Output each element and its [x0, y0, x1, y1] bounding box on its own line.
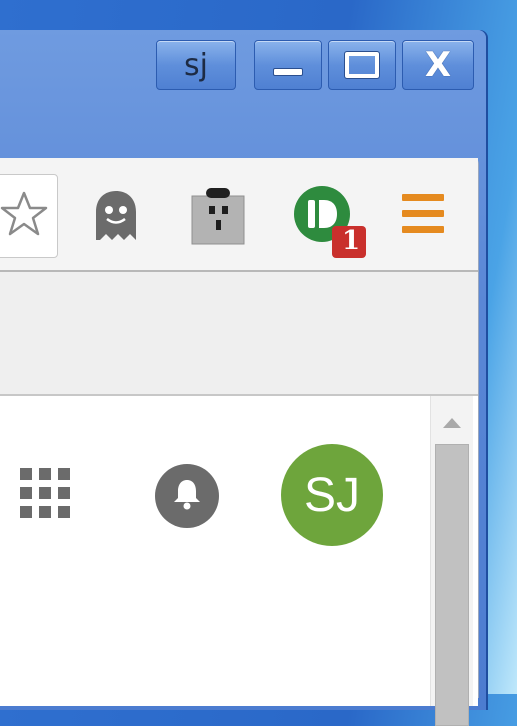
window-controls: sj X [156, 40, 474, 90]
bell-icon [172, 478, 202, 515]
close-button[interactable]: X [402, 40, 474, 90]
web-page: SJ [0, 396, 478, 726]
profile-button[interactable]: sj [156, 40, 236, 90]
minimize-icon [273, 68, 303, 76]
pushbullet-icon[interactable]: 1 [290, 184, 372, 265]
apps-grid-icon[interactable] [20, 468, 72, 525]
scroll-thumb[interactable] [435, 444, 469, 726]
omnibox[interactable] [0, 174, 58, 258]
toolbar: 1 [0, 158, 478, 272]
maximize-icon [344, 51, 380, 79]
notifications-button[interactable] [155, 464, 219, 528]
bookmarks-bar [0, 272, 478, 396]
avatar[interactable]: SJ [281, 444, 383, 546]
square-face-icon[interactable] [189, 186, 247, 251]
close-icon: X [424, 45, 452, 85]
maximize-button[interactable] [328, 40, 396, 90]
notification-badge: 1 [342, 226, 361, 256]
profile-label: sj [184, 47, 208, 83]
minimize-button[interactable] [254, 40, 322, 90]
browser-content: 1 SJ [0, 158, 479, 726]
avatar-initials: SJ [303, 468, 360, 522]
scroll-up-arrow-icon[interactable] [443, 418, 461, 428]
ghost-icon[interactable] [90, 188, 142, 249]
star-icon[interactable] [0, 189, 49, 244]
hamburger-menu-icon[interactable] [400, 192, 446, 241]
vertical-scrollbar[interactable] [430, 396, 473, 726]
